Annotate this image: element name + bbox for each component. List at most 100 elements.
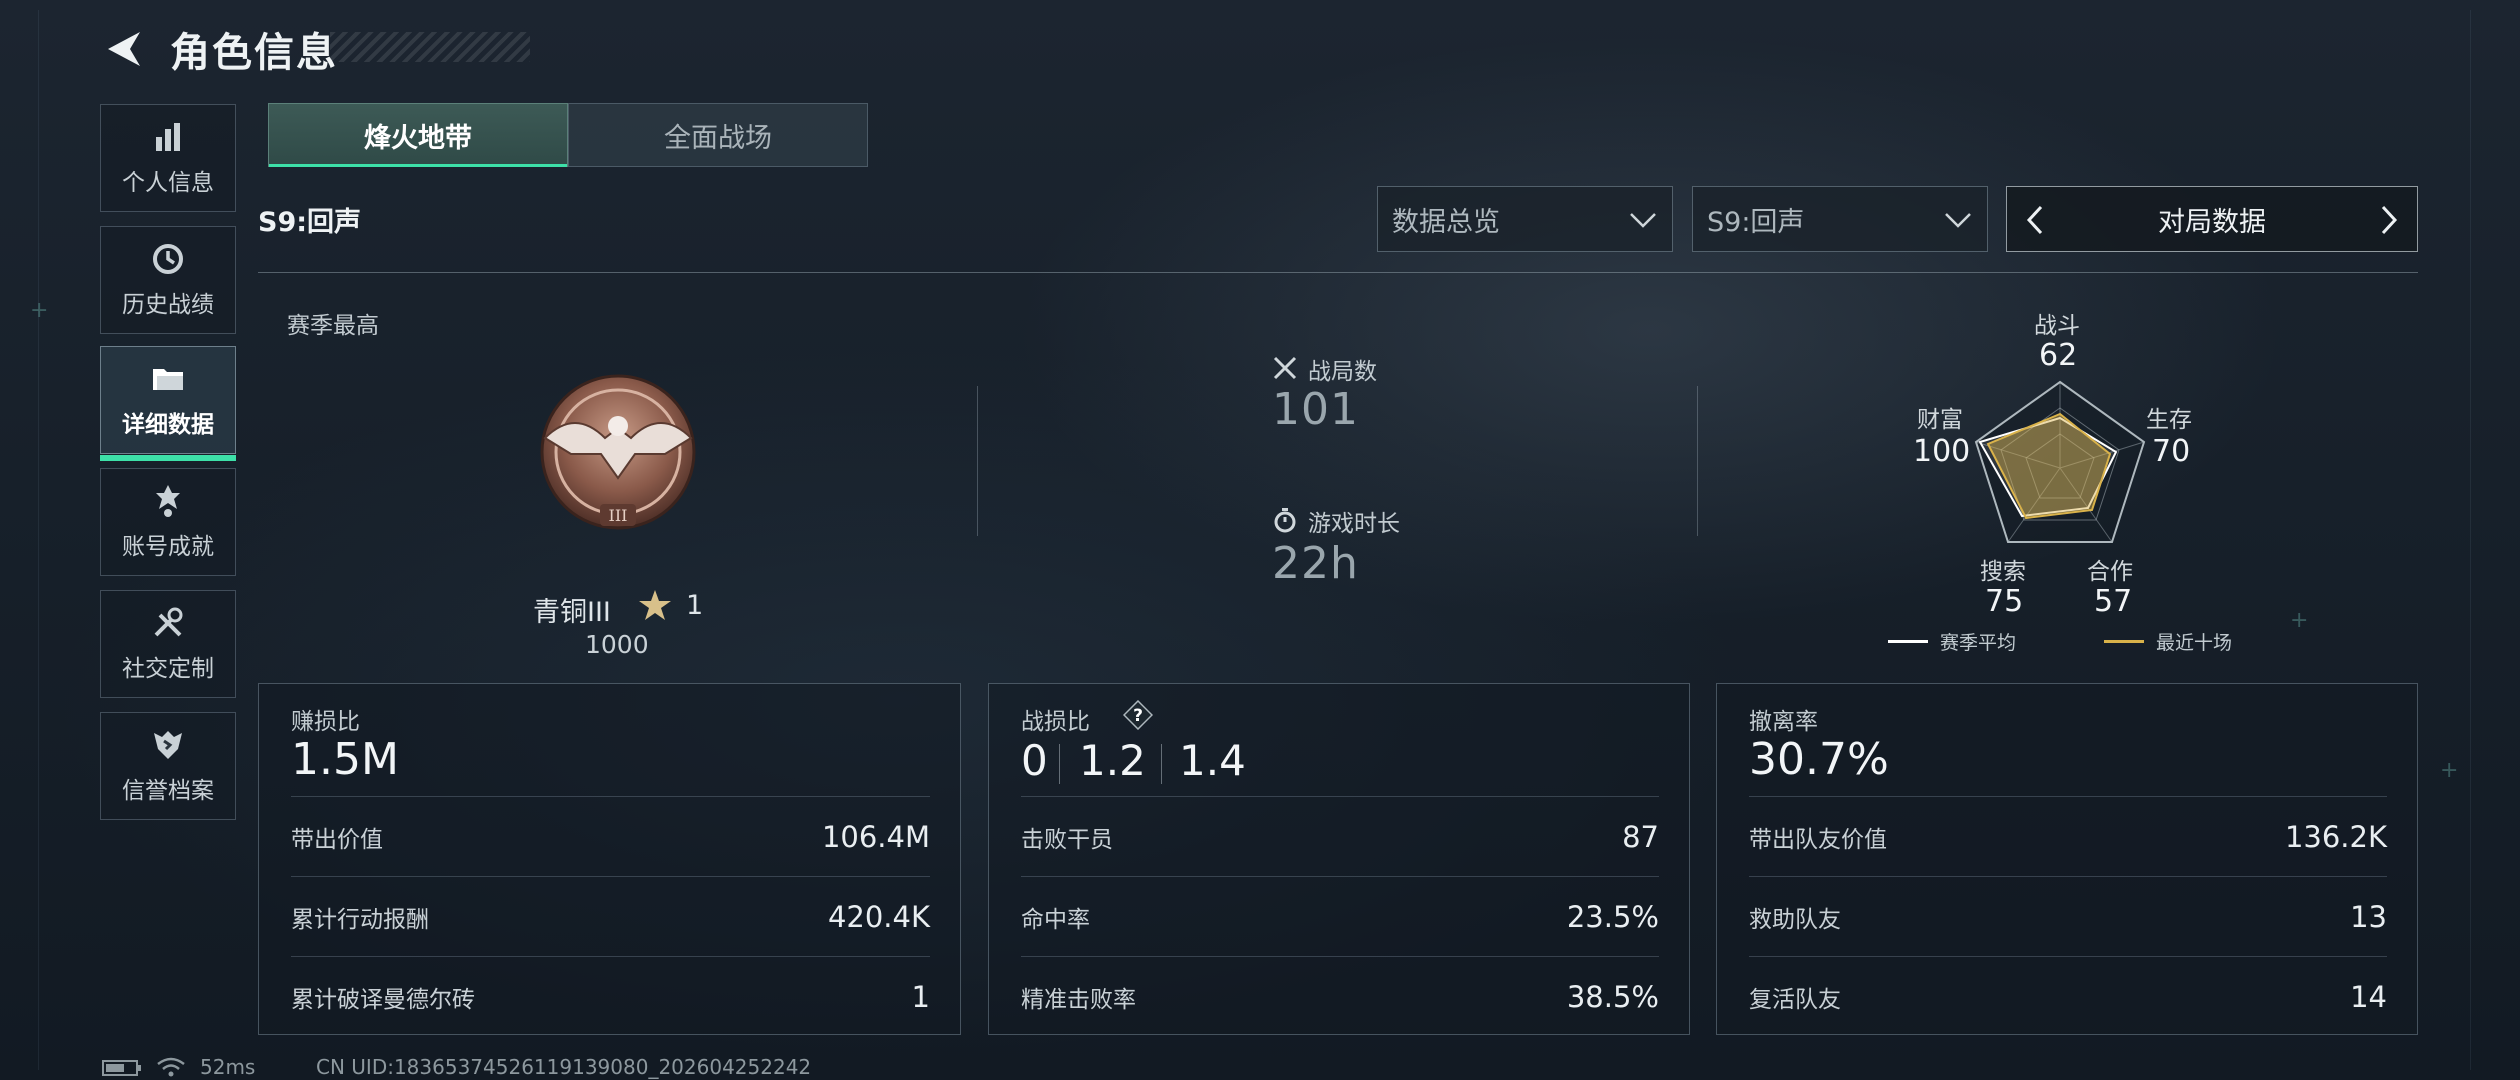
extract-rate-label: 撤离率 (1749, 709, 1818, 735)
kd-value-2: 1.2 (1079, 736, 1146, 785)
battery-icon (102, 1060, 141, 1076)
stat-row-label: 累计破译曼德尔砖 (291, 987, 475, 1013)
radar-axis-combat: 战斗 (2034, 313, 2080, 339)
profit-card: 赚损比 1.5M 带出价值 106.4M 累计行动报酬 420.4K 累计破译曼德尔… (258, 683, 961, 1035)
crossed-swords-icon (1273, 356, 1297, 380)
tab-full-battlefield[interactable]: 全面战场 (568, 103, 868, 167)
kd-separator (1161, 744, 1162, 784)
sidebar-item-history[interactable]: 历史战绩 (100, 226, 236, 334)
radar-value-cooperation: 57 (2094, 584, 2133, 619)
stat-row-label: 精准击败率 (1021, 987, 1136, 1013)
crosshair-mark: + (2290, 608, 2309, 633)
stat-row-label: 累计行动报酬 (291, 907, 429, 933)
sidebar-item-label: 账号成就 (122, 534, 214, 560)
kd-ratio-label: 战损比 (1021, 709, 1090, 735)
season-label: S9:回声 (258, 207, 362, 238)
stat-row-label: 带出队友价值 (1749, 827, 1887, 853)
sidebar-item-label: 信誉档案 (122, 778, 214, 804)
sidebar-item-personal-info[interactable]: 个人信息 (100, 104, 236, 212)
matches-label: 战局数 (1308, 359, 1377, 385)
reputation-shield-icon (154, 731, 182, 759)
history-clock-icon (153, 244, 183, 274)
season-dropdown[interactable]: S9:回声 (1692, 186, 1988, 252)
title-decoration (330, 32, 530, 62)
page-title: 角色信息 (170, 30, 338, 76)
profit-ratio-value: 1.5M (291, 734, 399, 785)
stat-row: 救助队友 13 (1749, 876, 2387, 957)
playtime-value: 22h (1272, 538, 1359, 589)
back-arrow-icon[interactable] (100, 26, 146, 72)
kd-value-1: 0 (1021, 736, 1048, 785)
stat-row-value: 106.4M (821, 820, 930, 854)
stat-row: 累计破译曼德尔砖 1 (291, 956, 930, 1037)
sidebar-item-label: 历史战绩 (122, 292, 214, 318)
stat-row-value: 13 (2350, 900, 2387, 934)
profit-ratio-label: 赚损比 (291, 709, 360, 735)
kd-value-3: 1.4 (1179, 736, 1246, 785)
bar-chart-icon (156, 123, 180, 151)
svg-text:?: ? (1133, 706, 1143, 726)
stat-row: 复活队友 14 (1749, 956, 2387, 1037)
chevron-down-icon (1945, 213, 1971, 228)
stat-row: 带出队友价值 136.2K (1749, 796, 2387, 877)
sidebar-item-detailed-data[interactable]: 详细数据 (100, 346, 236, 461)
radar-axis-search: 搜索 (1980, 559, 2026, 585)
stat-row-value: 1 (911, 980, 930, 1014)
matches-value: 101 (1272, 384, 1359, 435)
legend-recent-ten: 最近十场 (2156, 632, 2233, 654)
rank-badge-icon: III (540, 374, 696, 530)
stat-row-label: 命中率 (1021, 907, 1090, 933)
rank-star-count: 1 (686, 590, 704, 621)
category-switcher-value: 对局数据 (2158, 206, 2266, 238)
stat-row-value: 38.5% (1566, 980, 1659, 1014)
radar-value-combat: 62 (2039, 338, 2078, 373)
view-dropdown[interactable]: 数据总览 (1377, 186, 1673, 252)
season-best-label: 赛季最高 (287, 313, 379, 339)
chevron-right-icon[interactable] (2371, 203, 2405, 237)
legend-season-average: 赛季平均 (1940, 632, 2017, 654)
tab-warzone[interactable]: 烽火地带 (268, 103, 568, 167)
stat-row: 带出价值 106.4M (291, 796, 930, 877)
sidebar-item-label: 社交定制 (122, 656, 214, 682)
column-divider (977, 386, 978, 536)
stat-row-label: 复活队友 (1749, 987, 1841, 1013)
achievement-medal-icon (156, 485, 180, 517)
frame-line (38, 10, 39, 1070)
extract-card: 撤离率 30.7% 带出队友价值 136.2K 救助队友 13 复活队友 14 (1716, 683, 2418, 1035)
sidebar-item-reputation[interactable]: 信誉档案 (100, 712, 236, 820)
section-divider (258, 272, 2418, 273)
sidebar-item-label: 个人信息 (122, 170, 214, 196)
stat-row-value: 420.4K (827, 900, 930, 934)
crosshair-mark: + (2440, 758, 2459, 783)
kd-card: 战损比 ? 0 1.2 1.4 击败干员 87 命中率 23.5% 精准击败率 38.… (988, 683, 1690, 1035)
stopwatch-icon (1274, 508, 1296, 533)
stat-row-value: 14 (2350, 980, 2387, 1014)
star-icon (639, 590, 671, 620)
radar-axis-cooperation: 合作 (2087, 559, 2133, 585)
rank-score: 1000 (585, 630, 649, 659)
sidebar-item-achievements[interactable]: 账号成就 (100, 468, 236, 576)
season-dropdown-value: S9:回声 (1707, 206, 1805, 238)
stat-row: 命中率 23.5% (1021, 876, 1659, 957)
stat-row: 累计行动报酬 420.4K (291, 876, 930, 957)
stat-row-value: 23.5% (1566, 900, 1659, 934)
radar-axis-survival: 生存 (2146, 407, 2192, 433)
help-icon[interactable]: ? (1123, 700, 1153, 730)
extract-rate-value: 30.7% (1749, 734, 1889, 785)
rank-name: 青铜III (533, 597, 611, 628)
radar-axis-wealth: 财富 (1917, 407, 1963, 433)
chevron-down-icon (1630, 213, 1656, 228)
kd-separator (1059, 744, 1060, 784)
wifi-icon (157, 1057, 185, 1077)
category-switcher[interactable]: 对局数据 (2006, 186, 2418, 252)
column-divider (1697, 386, 1698, 536)
stat-row-label: 击败干员 (1021, 827, 1113, 853)
chevron-left-icon[interactable] (2019, 203, 2053, 237)
frame-line (2470, 10, 2471, 1070)
radar-chart (1974, 380, 2146, 543)
sidebar-item-social-customize[interactable]: 社交定制 (100, 590, 236, 698)
legend-swatch-recent (2104, 640, 2144, 643)
view-dropdown-value: 数据总览 (1392, 206, 1500, 238)
radar-value-wealth: 100 (1913, 434, 1971, 469)
crosshair-mark: + (30, 298, 49, 323)
